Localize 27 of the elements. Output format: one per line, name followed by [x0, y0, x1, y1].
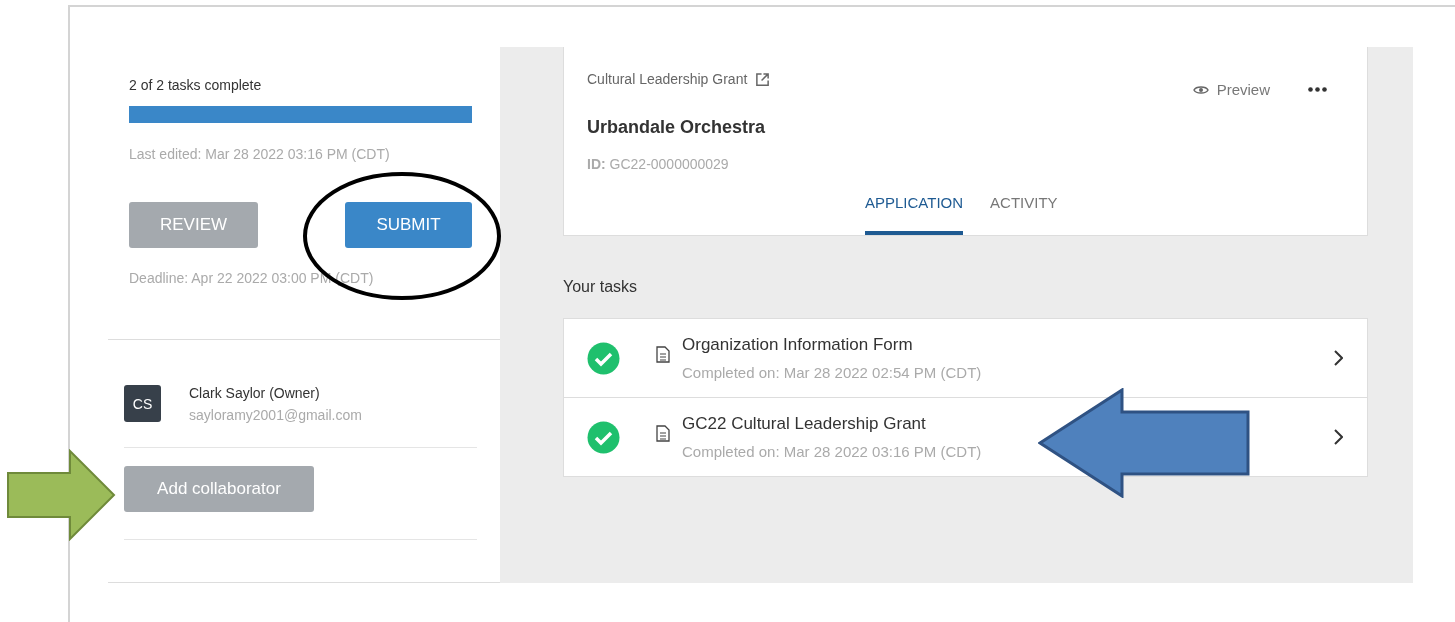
chevron-right-icon — [1333, 350, 1343, 366]
last-edited-text: Last edited: Mar 28 2022 03:16 PM (CDT) — [129, 146, 391, 162]
collaborator-name: Clark Saylor (Owner) — [189, 384, 321, 401]
submit-button[interactable]: SUBMIT — [345, 202, 472, 248]
chevron-right-icon — [1333, 429, 1343, 445]
external-link-icon[interactable] — [755, 71, 771, 87]
avatar: CS — [124, 385, 161, 422]
task-completed-date: Completed on: Mar 28 2022 03:16 PM (CDT) — [682, 443, 983, 460]
review-button[interactable]: REVIEW — [129, 202, 258, 248]
eye-icon — [1192, 83, 1209, 96]
add-collaborator-button[interactable]: Add collaborator — [124, 466, 314, 512]
task-title: Organization Information Form — [682, 335, 914, 355]
document-icon — [656, 425, 670, 442]
tab[interactable]: APPLICATION — [865, 194, 964, 235]
document-icon — [656, 346, 670, 363]
tasks-heading: Your tasks — [563, 278, 639, 296]
collaborator-email: sayloramy2001@gmail.com — [189, 406, 362, 423]
preview-button[interactable]: Preview — [1192, 81, 1270, 98]
task-title: GC22 Cultural Leadership Grant — [682, 414, 927, 434]
tab[interactable]: ACTIVITY — [990, 194, 1058, 235]
task-completed-date: Completed on: Mar 28 2022 02:54 PM (CDT) — [682, 364, 983, 381]
more-icon[interactable] — [1308, 87, 1327, 92]
program-name: Cultural Leadership Grant — [587, 71, 748, 87]
application-title: Urbandale Orchestra — [587, 117, 767, 138]
task-row[interactable]: Organization Information Form Completed on: Mar 28 2022 02:54 PM (CDT) — [564, 319, 1367, 397]
application-id: ID: GC22-0000000029 — [587, 156, 730, 172]
progress-label: 2 of 2 tasks complete — [129, 77, 263, 93]
